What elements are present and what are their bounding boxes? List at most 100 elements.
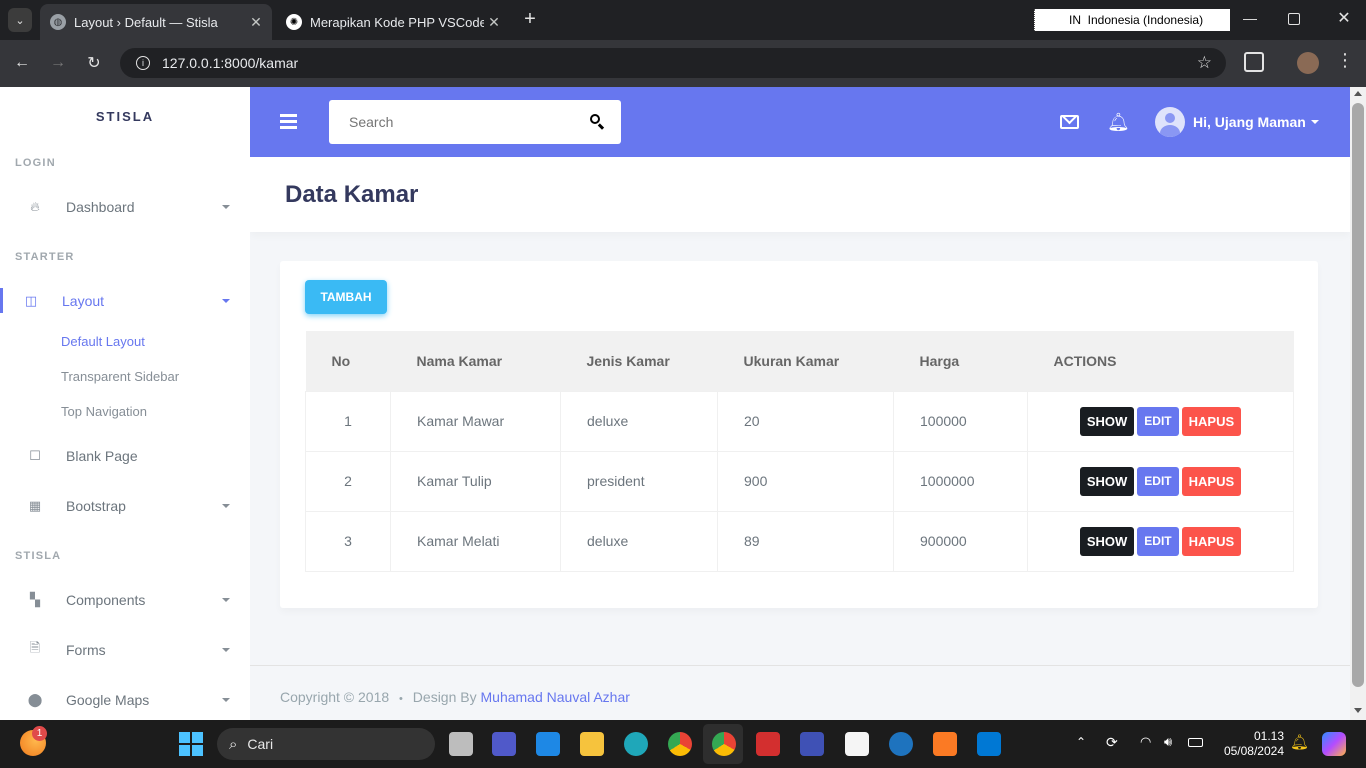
sidebar-item-components[interactable]: ▚ Components — [0, 580, 250, 620]
restore-button[interactable] — [1288, 13, 1300, 25]
show-button[interactable]: SHOW — [1079, 466, 1135, 496]
sidebar-subitem-default-layout[interactable]: Default Layout — [61, 334, 145, 349]
acrobat-icon[interactable] — [756, 732, 780, 756]
cell-actions: SHOW EDIT HAPUS — [1027, 450, 1294, 512]
start-button[interactable] — [179, 732, 203, 756]
chrome-icon[interactable] — [668, 732, 692, 756]
edge-icon[interactable] — [624, 732, 648, 756]
new-tab-button[interactable]: + — [518, 8, 542, 32]
avatar — [1155, 107, 1185, 137]
caret-down-icon — [222, 698, 230, 702]
scroll-up-arrow[interactable] — [1354, 91, 1362, 96]
footer-design-by: Design By — [412, 689, 477, 705]
caret-down-icon — [222, 205, 230, 209]
section-header: Data Kamar — [250, 157, 1350, 232]
bell-notification-icon[interactable]: 🔔︎ — [1290, 733, 1309, 751]
page-scrollbar[interactable] — [1350, 87, 1366, 720]
edit-button[interactable]: EDIT — [1137, 406, 1179, 436]
clock-date: 05/08/2024 — [1223, 744, 1284, 758]
delete-button[interactable]: HAPUS — [1181, 466, 1242, 496]
sync-icon[interactable]: ⟳ — [1106, 734, 1118, 751]
fire-icon: 🔥︎ — [30, 199, 40, 214]
footer: Copyright © 2018 • Design By Muhamad Nau… — [250, 665, 1350, 720]
search-button[interactable] — [589, 113, 605, 130]
notification-count: 1 — [36, 728, 43, 739]
sidebar-item-blank-page[interactable]: ☐ Blank Page — [0, 436, 250, 476]
volume-icon[interactable]: 🔊︎ — [1164, 734, 1172, 750]
forward-button[interactable]: → — [43, 48, 73, 78]
cell-no: 1 — [305, 390, 391, 452]
close-window-button[interactable]: ✕ — [1334, 8, 1354, 28]
search-icon — [589, 113, 605, 130]
envelope-icon[interactable] — [1060, 108, 1079, 129]
show-button[interactable]: SHOW — [1079, 526, 1135, 556]
cell-nama-kamar: Kamar Melati — [390, 510, 561, 572]
scrollbar-thumb[interactable] — [1352, 103, 1364, 687]
xampp-icon[interactable] — [933, 732, 957, 756]
wifi-icon[interactable]: ◠ — [1140, 734, 1151, 750]
table-row: 2 Kamar Tulip president 900 1000000 SHOW… — [305, 450, 1294, 512]
cell-nama-kamar: Kamar Tulip — [390, 450, 561, 512]
sidebar-item-bootstrap[interactable]: ▦ Bootstrap — [0, 486, 250, 526]
mail-icon[interactable] — [536, 732, 560, 756]
file-explorer-icon[interactable] — [580, 732, 604, 756]
reload-button[interactable]: ↻ — [79, 48, 109, 78]
minimize-button[interactable]: — — [1240, 10, 1260, 26]
menu-header-stisla: STISLA — [15, 550, 62, 562]
bookmark-star-icon[interactable]: ☆ — [1197, 53, 1212, 73]
page-title: Data Kamar — [285, 181, 419, 208]
site-info-icon[interactable]: i — [136, 56, 150, 70]
profile-avatar[interactable] — [1297, 52, 1319, 74]
task-view-icon[interactable] — [449, 732, 473, 756]
sidebar-item-dashboard[interactable]: 🔥︎ Dashboard — [0, 187, 250, 227]
globe-icon: ◍ — [50, 14, 66, 30]
language-indicator[interactable]: IN Indonesia (Indonesia) — [1034, 9, 1230, 31]
sidebar-item-forms[interactable]: 🗎 Forms — [0, 630, 250, 670]
app-icon[interactable] — [889, 732, 913, 756]
delete-button[interactable]: HAPUS — [1181, 526, 1242, 556]
url-text[interactable]: 127.0.0.1:8000/kamar — [162, 55, 298, 71]
edit-button[interactable]: EDIT — [1137, 526, 1179, 556]
show-hidden-icons[interactable]: ⌃ — [1076, 735, 1086, 749]
battery-icon[interactable] — [1188, 738, 1203, 747]
back-button[interactable]: ← — [7, 48, 37, 78]
user-menu[interactable]: Hi, Ujang Maman — [1155, 107, 1319, 137]
vscode-icon[interactable] — [977, 732, 1001, 756]
copilot-icon[interactable] — [1322, 732, 1346, 756]
address-bar[interactable]: i 127.0.0.1:8000/kamar ☆ — [120, 48, 1226, 78]
add-button[interactable]: TAMBAH — [305, 280, 387, 314]
close-tab-icon[interactable]: ✕ — [246, 14, 266, 31]
column-header: Harga — [893, 331, 1028, 391]
edit-button[interactable]: EDIT — [1137, 466, 1179, 496]
teams-icon[interactable] — [492, 732, 516, 756]
chrome-active-icon[interactable] — [712, 732, 736, 756]
bell-icon[interactable]: 🔔︎ — [1107, 112, 1130, 133]
sidebar-toggle-icon[interactable] — [280, 114, 297, 129]
cell-jenis-kamar: president — [560, 450, 718, 512]
browser-menu-icon[interactable]: ⋮ — [1336, 50, 1354, 71]
aplikasi-icon[interactable] — [800, 732, 824, 756]
search-input[interactable] — [329, 100, 579, 144]
browser-tab-active[interactable]: ◍ Layout › Default — Stisla ✕ — [40, 4, 272, 40]
grid-icon: ▦ — [28, 498, 42, 513]
browser-tab[interactable]: ✺ Merapikan Kode PHP VSCode ✕ — [276, 4, 510, 40]
taskbar-search[interactable]: ⌕ Cari — [217, 728, 435, 760]
tab-search-button[interactable]: ⌄ — [8, 8, 32, 32]
delete-button[interactable]: HAPUS — [1181, 406, 1242, 436]
clock-time: 01.13 — [1253, 729, 1284, 743]
sidebar-item-google-maps[interactable]: ⬤ Google Maps — [0, 680, 250, 720]
sidebar-subitem-transparent-sidebar[interactable]: Transparent Sidebar — [61, 369, 179, 384]
cell-ukuran-kamar: 900 — [717, 450, 894, 512]
clock[interactable]: 01.13 05/08/2024 — [1218, 729, 1284, 759]
sidebar-subitem-top-navigation[interactable]: Top Navigation — [61, 404, 147, 419]
scroll-down-arrow[interactable] — [1354, 708, 1362, 713]
sidebar-item-layout[interactable]: ◫ Layout — [0, 281, 250, 321]
notepad-icon[interactable] — [845, 732, 869, 756]
extensions-icon[interactable] — [1244, 52, 1264, 72]
close-tab-icon[interactable]: ✕ — [484, 14, 504, 31]
cell-no: 3 — [305, 510, 391, 572]
footer-author-link[interactable]: Muhamad Nauval Azhar — [481, 689, 630, 705]
sidebar-brand[interactable]: STISLA — [0, 109, 250, 124]
search-form — [329, 100, 621, 144]
show-button[interactable]: SHOW — [1079, 406, 1135, 436]
